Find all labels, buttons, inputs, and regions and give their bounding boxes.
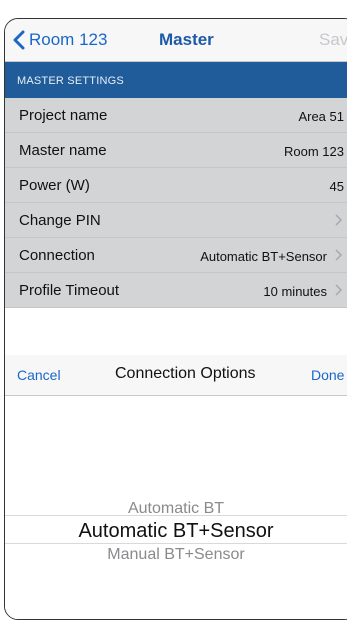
picker-title: Connection Options: [115, 365, 256, 382]
navigation-bar: Room 123 Master Save: [5, 19, 347, 62]
picker-toolbar: Cancel Connection Options Done: [5, 355, 347, 396]
back-button-label: Room 123: [29, 30, 108, 49]
row-label: Master name: [19, 142, 107, 159]
row-project-name[interactable]: Project name Area 51: [5, 98, 347, 133]
row-power[interactable]: Power (W) 45: [5, 168, 347, 203]
row-master-name[interactable]: Master name Room 123: [5, 133, 347, 168]
chevron-right-icon: [335, 249, 343, 261]
row-connection[interactable]: Connection Automatic BT+Sensor: [5, 238, 347, 273]
row-value: Automatic BT+Sensor: [200, 249, 327, 264]
settings-list: Project name Area 51 Master name Room 12…: [5, 98, 347, 308]
chevron-right-icon: [335, 214, 343, 226]
save-button[interactable]: Save: [319, 30, 347, 50]
row-label: Change PIN: [19, 212, 101, 229]
picker-option[interactable]: Manual BT+Sensor: [5, 546, 347, 564]
row-value: 45: [329, 179, 344, 194]
back-button[interactable]: Room 123: [13, 29, 107, 51]
section-header-label: MASTER SETTINGS: [17, 75, 124, 87]
row-profile-timeout[interactable]: Profile Timeout 10 minutes: [5, 273, 347, 308]
row-value: Room 123: [284, 144, 344, 159]
connection-picker-wheel[interactable]: Automatic BT Automatic BT+Sensor Manual …: [5, 396, 347, 619]
section-header: MASTER SETTINGS: [5, 62, 347, 98]
row-label: Profile Timeout: [19, 282, 120, 299]
row-value: 10 minutes: [263, 284, 327, 299]
row-label: Connection: [19, 247, 95, 264]
picker-selection-line-bottom: [5, 543, 347, 544]
row-change-pin[interactable]: Change PIN: [5, 203, 347, 238]
chevron-right-icon: [335, 284, 343, 296]
row-label: Power (W): [19, 177, 90, 194]
cancel-button[interactable]: Cancel: [17, 367, 61, 383]
chevron-left-icon: [13, 30, 25, 50]
page-title: Master: [159, 30, 214, 49]
row-label: Project name: [19, 107, 108, 124]
phone-frame: Room 123 Master Save MASTER SETTINGS Pro…: [4, 18, 347, 620]
done-button[interactable]: Done: [311, 367, 344, 383]
row-value: Area 51: [298, 109, 344, 124]
picker-option-selected[interactable]: Automatic BT+Sensor: [5, 520, 347, 543]
picker-option[interactable]: Automatic BT: [5, 500, 347, 518]
